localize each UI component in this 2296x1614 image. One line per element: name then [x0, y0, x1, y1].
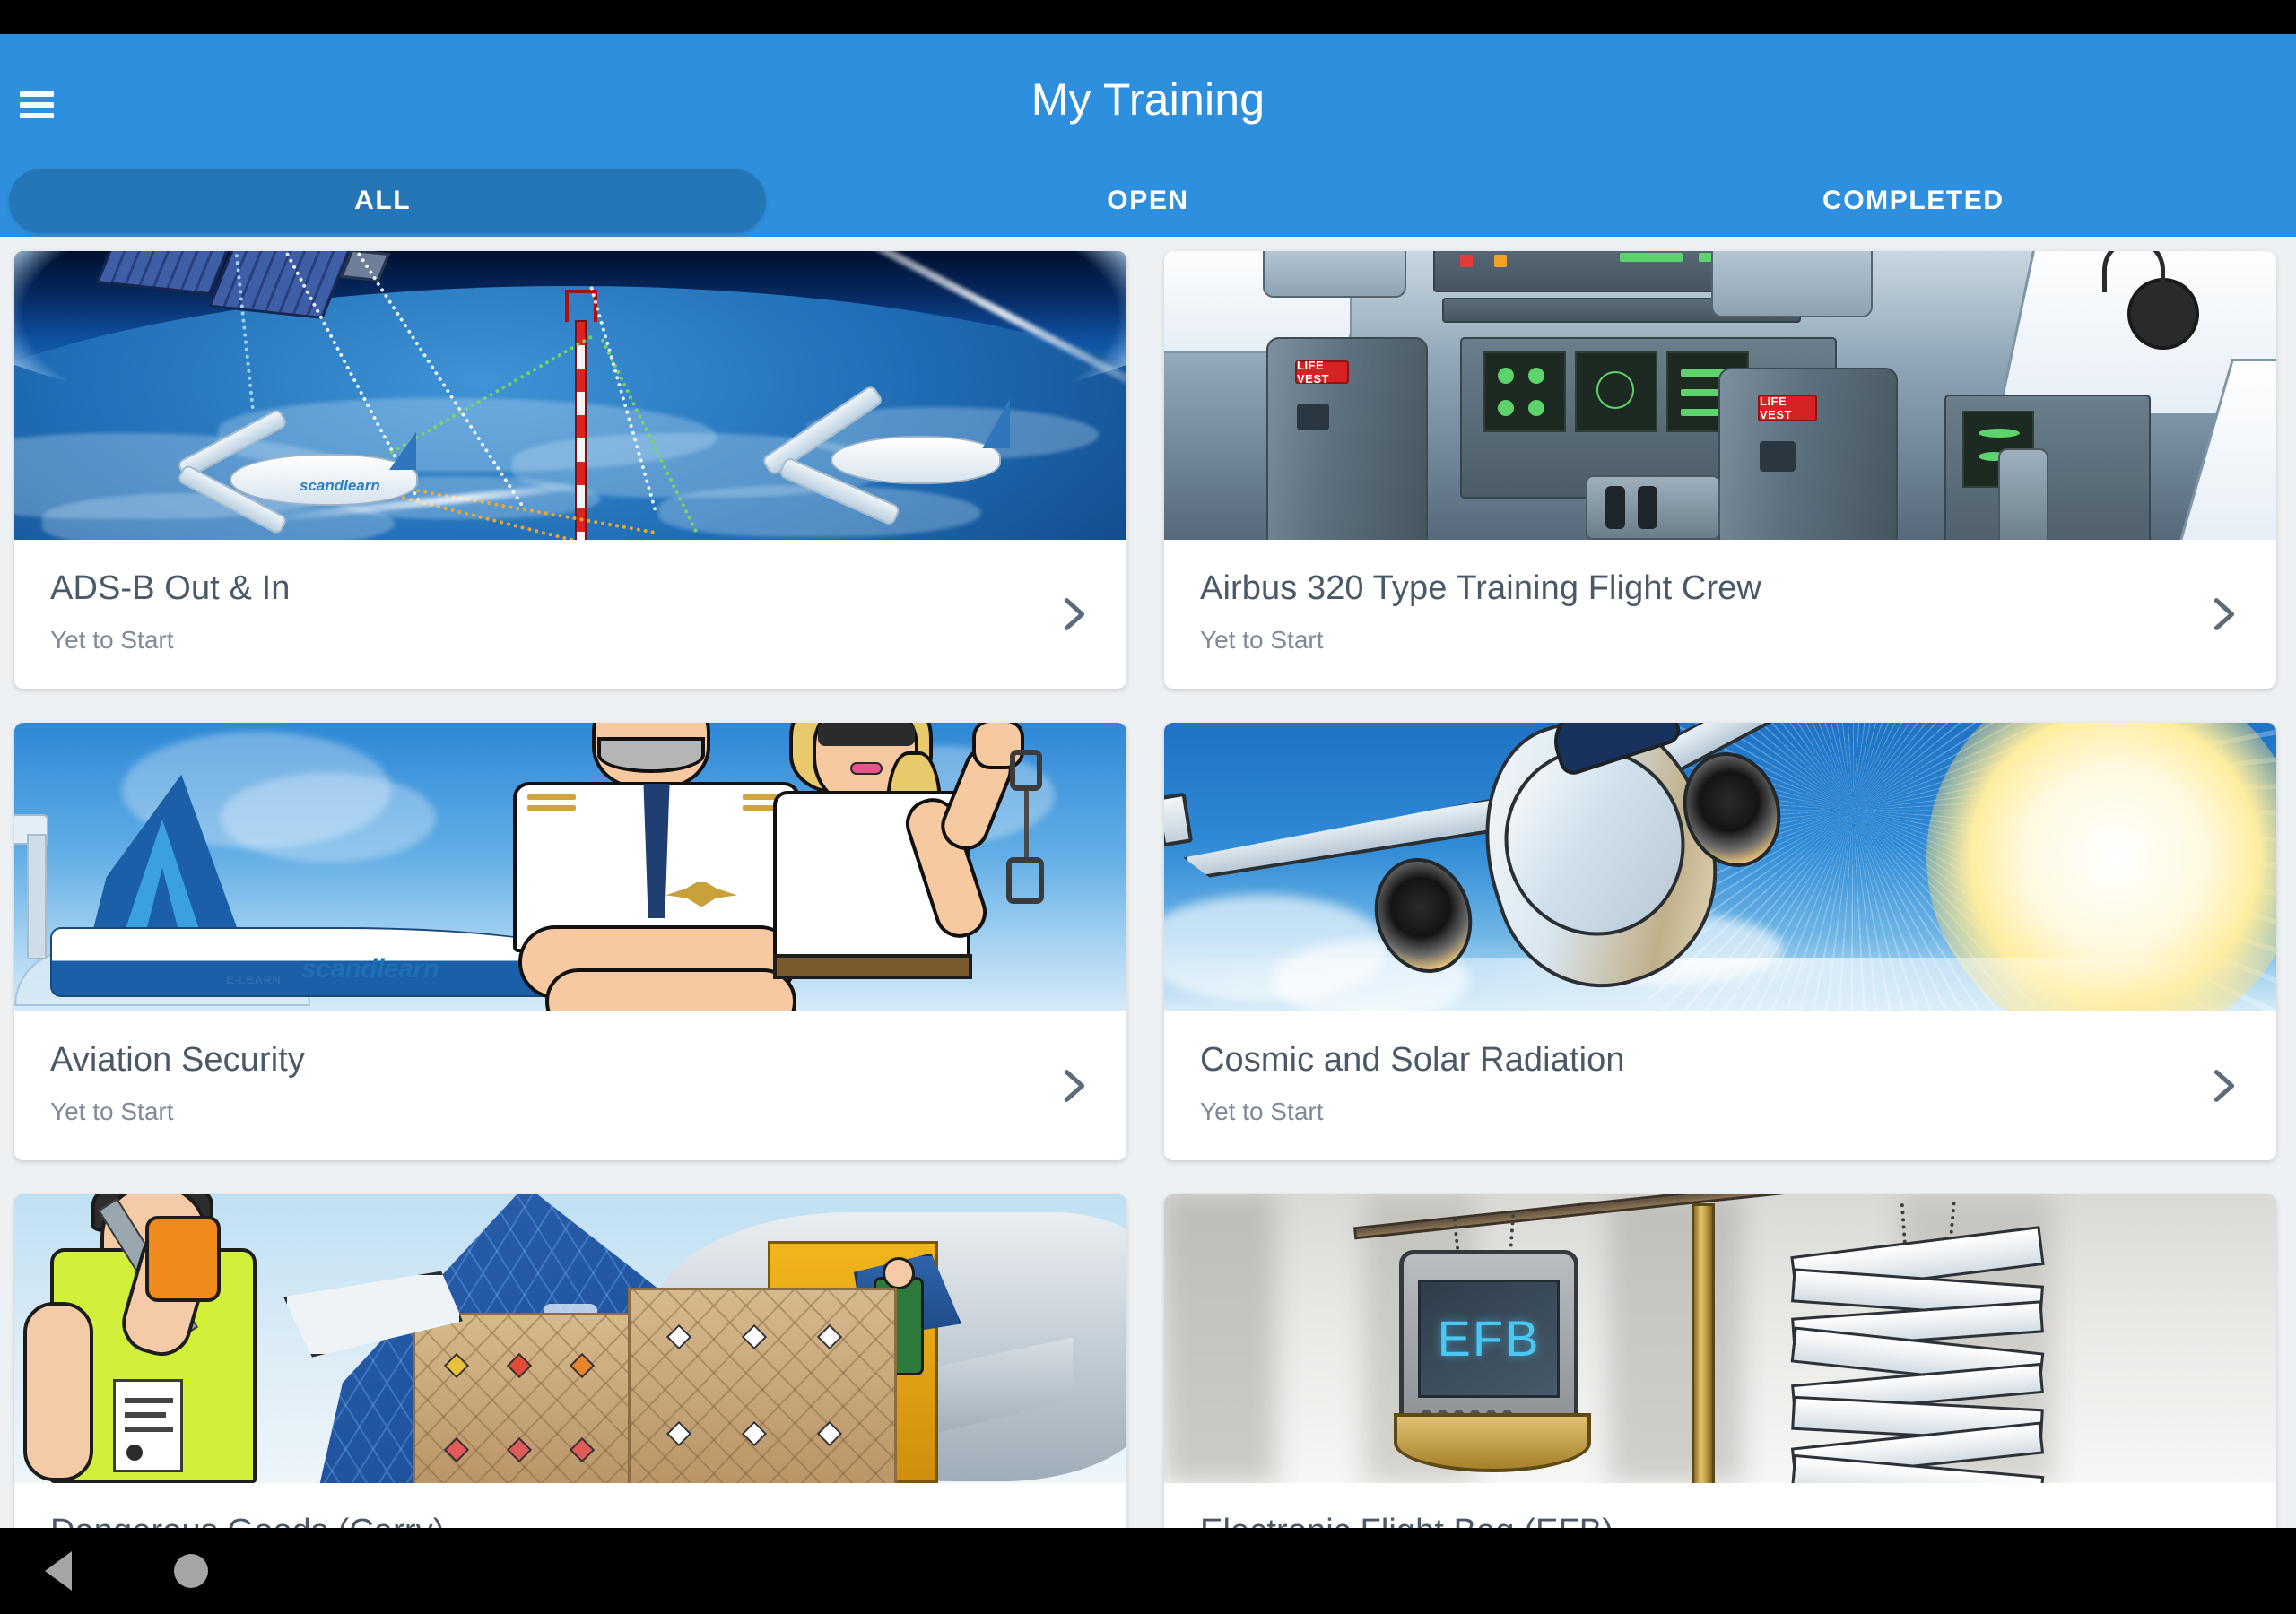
cargo-crate: [413, 1312, 637, 1483]
course-status: Yet to Start: [1200, 1097, 1324, 1125]
chevron-right-icon[interactable]: [2203, 594, 2244, 635]
course-card-ads-b-out-in[interactable]: scandlearn ADS-B Out & In Yet to Start: [14, 251, 1126, 689]
course-card-body: Dangerous Goods (Carry) Yet to Start: [14, 1483, 1126, 1528]
chevron-right-icon[interactable]: [1053, 594, 1094, 635]
handcuff-ring: [1006, 856, 1044, 904]
course-title: Aviation Security: [50, 1040, 306, 1079]
nd-display: [1575, 351, 1657, 432]
course-thumbnail: EFB: [1164, 1193, 2276, 1483]
course-title: Airbus 320 Type Training Flight Crew: [1200, 569, 1761, 607]
status-bar: [0, 0, 2296, 34]
livery-text: scandlearn: [300, 477, 380, 494]
course-card-dangerous-goods-carry[interactable]: Dangerous Goods (Carry) Yet to Start: [14, 1193, 1126, 1528]
course-card-body: Aviation Security Yet to Start: [14, 1011, 1126, 1160]
winglet-left: [1164, 792, 1194, 847]
earth-from-space-illustration: scandlearn: [14, 251, 1126, 540]
efb-tablet: EFB: [1399, 1249, 1578, 1429]
tab-all[interactable]: ALL: [0, 165, 765, 237]
cabin-crew-character: [741, 722, 1044, 1011]
tab-completed[interactable]: COMPLETED: [1531, 165, 2296, 237]
back-triangle-icon[interactable]: [45, 1551, 72, 1591]
chevron-right-icon[interactable]: [2203, 1065, 2244, 1106]
ground-handler-character: [14, 1193, 463, 1483]
a320-cockpit-illustration: LIFE VEST LIFE VEST: [1164, 251, 2276, 540]
page-title: My Training: [1031, 74, 1265, 125]
life-vest-label: LIFE VEST: [1295, 359, 1349, 386]
tablet-screen: EFB: [1418, 1279, 1560, 1398]
scale-pan-left: [1394, 1412, 1591, 1472]
tab-bar: ALL OPEN COMPLETED: [0, 165, 2296, 237]
course-thumbnail: [1164, 722, 2276, 1011]
beard: [597, 736, 705, 773]
course-list-scroll-area[interactable]: scandlearn ADS-B Out & In Yet to Start L…: [0, 237, 2296, 1528]
sunglasses: [818, 722, 915, 746]
belt: [773, 953, 972, 979]
clipboard-badge: [113, 1378, 183, 1472]
scale-post: [1692, 1202, 1715, 1483]
lips: [850, 761, 883, 775]
app-bar: My Training ALL OPEN COMPLETED: [0, 34, 2296, 237]
course-card-body: ADS-B Out & In Yet to Start: [14, 540, 1126, 689]
course-status: Yet to Start: [1200, 625, 1324, 654]
life-vest-label: LIFE VEST: [1758, 395, 1817, 421]
device-screen: My Training ALL OPEN COMPLETED scandlear…: [0, 0, 2296, 1614]
course-title: ADS-B Out & In: [50, 569, 291, 607]
course-title: Cosmic and Solar Radiation: [1200, 1040, 1625, 1079]
tab-open[interactable]: OPEN: [765, 165, 1530, 237]
course-status: Yet to Start: [50, 1097, 174, 1125]
course-card-body: Cosmic and Solar Radiation Yet to Start: [1164, 1011, 2276, 1160]
course-grid: scandlearn ADS-B Out & In Yet to Start L…: [14, 251, 2282, 1528]
android-navigation-bar: [0, 1528, 2296, 1614]
cargo-loading-illustration: [14, 1193, 1126, 1483]
work-glove: [145, 1215, 221, 1302]
livery-text: scandlearn: [301, 953, 439, 984]
course-card-body: Airbus 320 Type Training Flight Crew Yet…: [1164, 540, 2276, 689]
control-tower: [27, 833, 47, 959]
livery-subtext: E-LEARN: [226, 972, 282, 986]
app-bar-top: My Training: [0, 34, 2296, 165]
course-card-body: Electronic Flight Bag (EFB) Yet to Start: [1164, 1483, 2276, 1528]
balance-scale-illustration: EFB: [1164, 1193, 2276, 1483]
course-card-airbus-320-type-training[interactable]: LIFE VEST LIFE VEST Airbus 320 Type Trai…: [1164, 251, 2276, 689]
efb-screen-text: EFB: [1437, 1310, 1541, 1367]
course-card-cosmic-and-solar-radiation[interactable]: Cosmic and Solar Radiation Yet to Start: [1164, 722, 2276, 1160]
engine-left: [1360, 845, 1487, 985]
cargo-crate: [628, 1287, 897, 1483]
paper-manual-stack: [1790, 1225, 2045, 1483]
aircraft-and-sun-illustration: [1164, 722, 2276, 1011]
course-thumbnail: [14, 1193, 1126, 1483]
handcuff-ring: [1010, 749, 1042, 791]
course-title: Dangerous Goods (Carry): [50, 1513, 1091, 1528]
pilot-and-crew-illustration: scandlearn E-LEARN: [14, 722, 1126, 1011]
pfd-display: [1483, 351, 1566, 432]
course-thumbnail: scandlearn: [14, 251, 1126, 540]
course-thumbnail: scandlearn E-LEARN: [14, 722, 1126, 1011]
course-title: Electronic Flight Bag (EFB): [1200, 1513, 2240, 1528]
course-status: Yet to Start: [50, 625, 174, 654]
chevron-right-icon[interactable]: [1053, 1065, 1094, 1106]
course-card-electronic-flight-bag[interactable]: EFB: [1164, 1193, 2276, 1528]
course-card-aviation-security[interactable]: scandlearn E-LEARN Aviation Security Yet…: [14, 722, 1126, 1160]
aircraft: [1164, 722, 2025, 1011]
course-thumbnail: LIFE VEST LIFE VEST: [1164, 251, 2276, 540]
home-circle-icon[interactable]: [174, 1554, 208, 1588]
ground-station-tower: [564, 290, 597, 540]
